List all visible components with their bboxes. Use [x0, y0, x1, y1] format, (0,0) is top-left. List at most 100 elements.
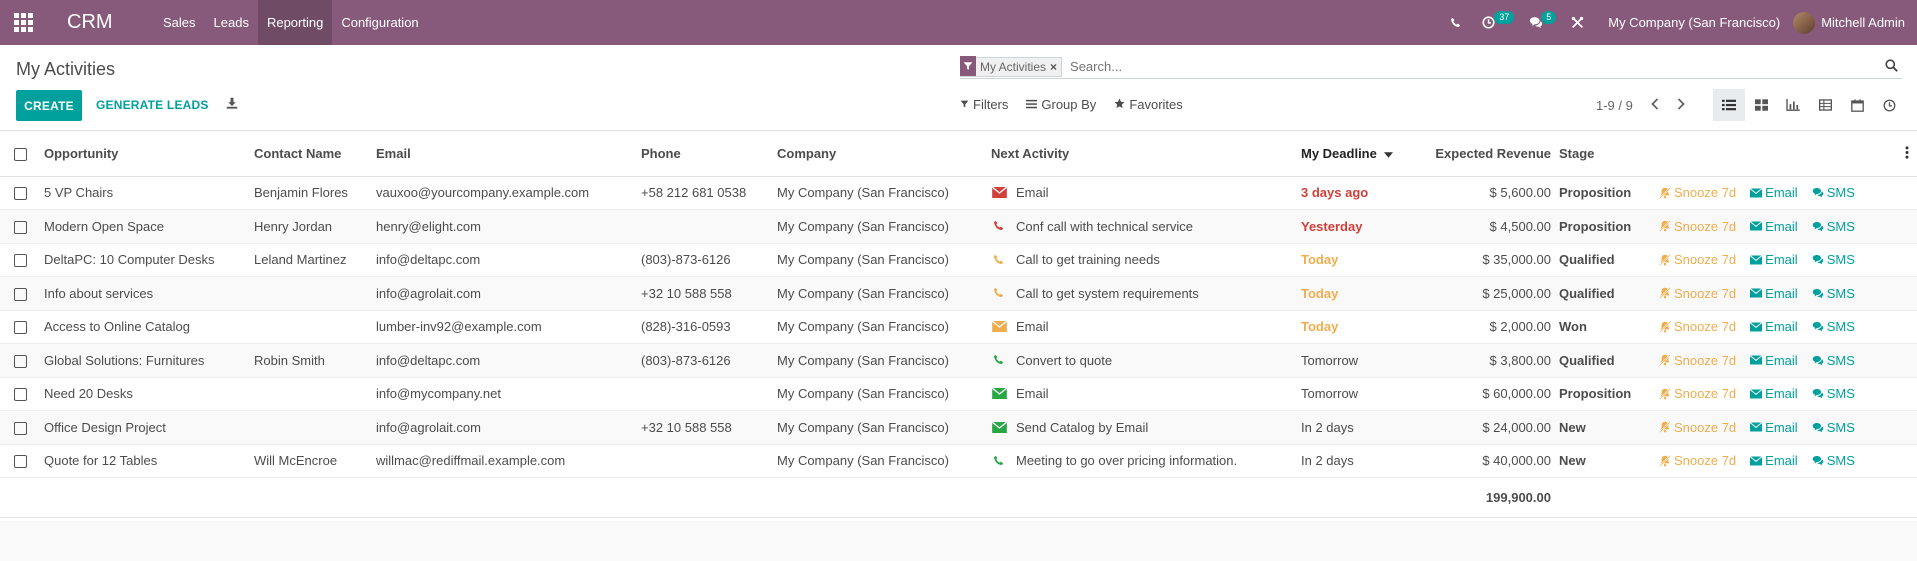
pager-value[interactable]: 1-9 / 9 — [1596, 98, 1633, 113]
search-input[interactable] — [1066, 59, 1902, 74]
send-sms-button[interactable]: SMS — [1812, 286, 1855, 301]
send-sms-button[interactable]: SMS — [1812, 453, 1855, 468]
row-checkbox[interactable] — [0, 377, 40, 411]
send-sms-button[interactable]: SMS — [1812, 386, 1855, 401]
row-checkbox[interactable] — [0, 243, 40, 277]
cell-next-activity[interactable]: Call to get training needs — [987, 243, 1297, 277]
send-email-button[interactable]: Email — [1750, 386, 1798, 401]
send-sms-button[interactable]: SMS — [1812, 219, 1855, 234]
send-email-button[interactable]: Email — [1750, 420, 1798, 435]
filters-toggle[interactable]: Filters — [960, 97, 1008, 112]
select-all-checkbox[interactable] — [0, 132, 40, 177]
cell-next-activity[interactable]: Call to get system requirements — [987, 276, 1297, 311]
user-menu[interactable]: Mitchell Admin — [1793, 11, 1917, 34]
menu-leads[interactable]: Leads — [205, 0, 258, 45]
menu-reporting[interactable]: Reporting — [257, 0, 333, 45]
phone-icon — [991, 287, 1007, 299]
table-row[interactable]: Modern Open Space Henry Jordan henry@eli… — [0, 209, 1917, 244]
table-row[interactable]: Office Design Project info@agrolait.com … — [0, 410, 1917, 445]
column-deadline[interactable]: My Deadline — [1297, 132, 1430, 177]
cell-next-activity[interactable]: Email — [987, 377, 1297, 411]
row-checkbox[interactable] — [0, 176, 40, 210]
phone-button[interactable] — [1440, 0, 1472, 45]
generate-leads-button[interactable]: GENERATE LEADS — [96, 98, 209, 112]
snooze-button[interactable]: Snooze 7d — [1659, 453, 1736, 468]
cell-next-activity[interactable]: Email — [987, 176, 1297, 210]
debug-tools-button[interactable] — [1561, 0, 1594, 45]
envelope-icon — [1750, 455, 1763, 466]
calendar-view-button[interactable] — [1841, 89, 1873, 121]
envelope-icon — [1750, 422, 1763, 432]
table-row[interactable]: Need 20 Desks info@mycompany.net My Comp… — [0, 377, 1917, 411]
send-email-button[interactable]: Email — [1750, 252, 1798, 267]
column-contact[interactable]: Contact Name — [250, 132, 372, 177]
app-brand[interactable]: CRM — [67, 11, 115, 34]
row-checkbox[interactable] — [0, 343, 40, 378]
pivot-view-button[interactable] — [1809, 89, 1841, 121]
row-checkbox[interactable] — [0, 410, 40, 445]
groupby-toggle[interactable]: Group By — [1026, 97, 1096, 112]
row-checkbox[interactable] — [0, 444, 40, 478]
cell-next-activity[interactable]: Send Catalog by Email — [987, 410, 1297, 445]
table-row[interactable]: Info about services info@agrolait.com +3… — [0, 276, 1917, 311]
activity-view-button[interactable] — [1873, 89, 1905, 121]
facet-remove-icon[interactable]: × — [1050, 60, 1061, 74]
graph-view-button[interactable] — [1777, 89, 1809, 121]
menu-sales[interactable]: Sales — [154, 0, 205, 45]
app-menu-button[interactable] — [0, 0, 46, 45]
send-email-button[interactable]: Email — [1750, 286, 1798, 301]
cell-deadline: 3 days ago — [1297, 176, 1430, 210]
company-switcher[interactable]: My Company (San Francisco) — [1594, 0, 1793, 45]
row-checkbox[interactable] — [0, 310, 40, 344]
send-email-button[interactable]: Email — [1750, 453, 1798, 468]
send-sms-button[interactable]: SMS — [1812, 420, 1855, 435]
send-email-button[interactable]: Email — [1750, 185, 1798, 200]
cell-next-activity[interactable]: Email — [987, 310, 1297, 344]
messages-button[interactable]: 5 — [1519, 0, 1557, 45]
snooze-button[interactable]: Snooze 7d — [1659, 386, 1736, 401]
column-next-activity[interactable]: Next Activity — [987, 132, 1297, 177]
table-row[interactable]: 5 VP Chairs Benjamin Flores vauxoo@yourc… — [0, 176, 1917, 210]
row-checkbox[interactable] — [0, 276, 40, 311]
column-company[interactable]: Company — [773, 132, 987, 177]
table-row[interactable]: DeltaPC: 10 Computer Desks Leland Martin… — [0, 243, 1917, 277]
menu-configuration[interactable]: Configuration — [332, 0, 427, 45]
kanban-view-button[interactable] — [1745, 89, 1777, 121]
snooze-button[interactable]: Snooze 7d — [1659, 353, 1736, 368]
snooze-button[interactable]: Snooze 7d — [1659, 420, 1736, 435]
column-phone[interactable]: Phone — [637, 132, 773, 177]
column-stage[interactable]: Stage — [1555, 132, 1655, 177]
row-checkbox[interactable] — [0, 209, 40, 244]
activities-button[interactable]: 37 — [1472, 0, 1515, 45]
send-email-button[interactable]: Email — [1750, 319, 1798, 334]
column-revenue[interactable]: Expected Revenue — [1430, 132, 1555, 177]
search-icon[interactable] — [1885, 59, 1898, 75]
column-email[interactable]: Email — [372, 132, 637, 177]
optional-columns-toggle[interactable] — [1655, 132, 1917, 177]
cell-revenue: $ 5,600.00 — [1430, 176, 1555, 210]
send-email-button[interactable]: Email — [1750, 219, 1798, 234]
send-sms-button[interactable]: SMS — [1812, 319, 1855, 334]
table-row[interactable]: Global Solutions: Furnitures Robin Smith… — [0, 343, 1917, 378]
send-email-button[interactable]: Email — [1750, 353, 1798, 368]
cell-next-activity[interactable]: Convert to quote — [987, 343, 1297, 378]
favorites-toggle[interactable]: Favorites — [1114, 97, 1183, 112]
pager-previous-button[interactable] — [1651, 97, 1659, 113]
cell-next-activity[interactable]: Meeting to go over pricing information. — [987, 444, 1297, 478]
table-row[interactable]: Access to Online Catalog lumber-inv92@ex… — [0, 310, 1917, 344]
snooze-button[interactable]: Snooze 7d — [1659, 185, 1736, 200]
pager-next-button[interactable] — [1677, 97, 1685, 113]
snooze-button[interactable]: Snooze 7d — [1659, 252, 1736, 267]
create-button[interactable]: CREATE — [16, 90, 82, 121]
snooze-button[interactable]: Snooze 7d — [1659, 319, 1736, 334]
snooze-button[interactable]: Snooze 7d — [1659, 219, 1736, 234]
column-opportunity[interactable]: Opportunity — [40, 132, 250, 177]
list-view-button[interactable] — [1713, 89, 1745, 121]
snooze-button[interactable]: Snooze 7d — [1659, 286, 1736, 301]
send-sms-button[interactable]: SMS — [1812, 185, 1855, 200]
table-row[interactable]: Quote for 12 Tables Will McEncroe willma… — [0, 444, 1917, 478]
send-sms-button[interactable]: SMS — [1812, 353, 1855, 368]
send-sms-button[interactable]: SMS — [1812, 252, 1855, 267]
export-button[interactable] — [226, 97, 238, 112]
cell-next-activity[interactable]: Conf call with technical service — [987, 209, 1297, 244]
